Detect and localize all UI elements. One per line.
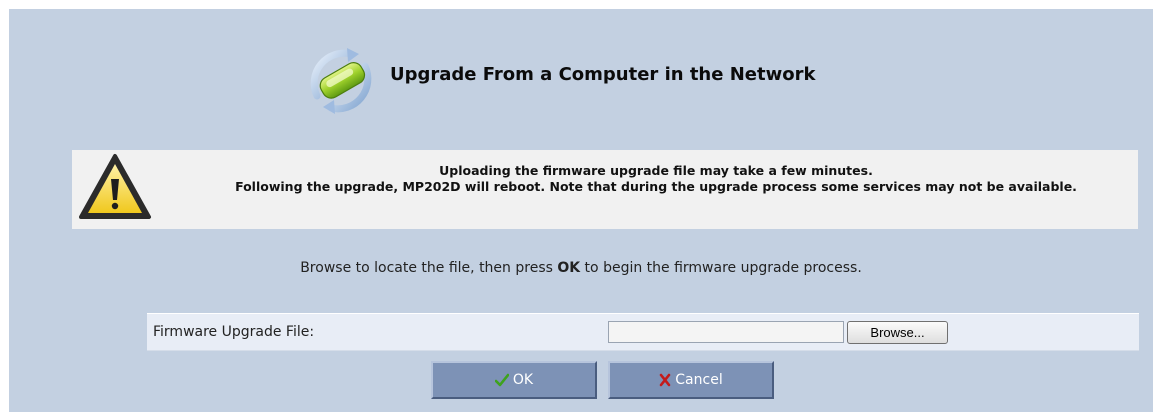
checkmark-icon [494, 373, 509, 387]
browse-button[interactable]: Browse... [847, 321, 948, 344]
warning-box: Uploading the firmware upgrade file may … [72, 150, 1138, 229]
cancel-button-label: Cancel [675, 372, 723, 388]
instructions-before: Browse to locate the file, then press [300, 260, 558, 276]
warning-icon [78, 153, 152, 221]
cancel-button[interactable]: Cancel [608, 361, 774, 399]
page-title: Upgrade From a Computer in the Network [390, 64, 816, 85]
firmware-file-input[interactable] [608, 321, 844, 343]
instructions-after: to begin the firmware upgrade process. [580, 260, 862, 276]
firmware-file-row: Firmware Upgrade File: Browse... [147, 313, 1139, 351]
x-icon [659, 373, 671, 387]
firmware-upgrade-icon [299, 44, 383, 114]
warning-line-2: Following the upgrade, MP202D will reboo… [235, 179, 1077, 194]
instructions-ok-emphasis: OK [557, 260, 581, 276]
firmware-file-label: Firmware Upgrade File: [153, 324, 315, 340]
warning-message: Uploading the firmware upgrade file may … [182, 163, 1130, 195]
warning-line-1: Uploading the firmware upgrade file may … [439, 163, 873, 178]
ok-button[interactable]: OK [431, 361, 597, 399]
title-row: Upgrade From a Computer in the Network [9, 44, 1153, 114]
upgrade-panel: Upgrade From a Computer in the Network U… [9, 9, 1153, 412]
ok-button-label: OK [512, 372, 534, 388]
instructions-text: Browse to locate the file, then press OK… [9, 260, 1153, 276]
